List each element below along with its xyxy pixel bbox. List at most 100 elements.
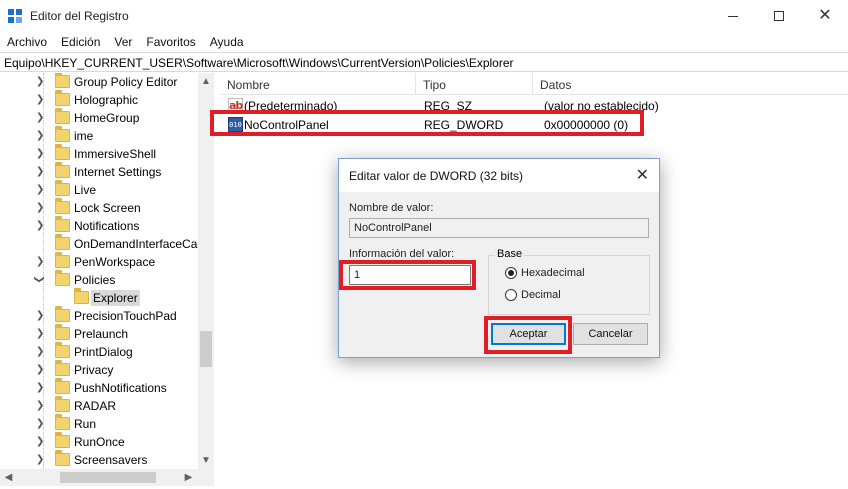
tree-item-precisiontouchpad[interactable]: ❯ PrecisionTouchPad [0,306,198,325]
chevron-right-icon[interactable]: ❯ [36,76,44,87]
chevron-right-icon[interactable]: ❯ [36,346,44,357]
tree-item-group-policy-editor[interactable]: ❯ Group Policy Editor [0,73,198,91]
chevron-right-icon[interactable]: ❯ [36,418,44,429]
annotation-highlight-value-input [339,260,476,290]
folder-icon [55,180,70,196]
chevron-down-icon[interactable]: ❯ [34,275,45,283]
menu-bar: Archivo Edición Ver Favoritos Ayuda [0,33,848,51]
dialog-close-icon[interactable]: ✕ [636,165,649,185]
folder-icon [55,450,70,466]
folder-icon [55,270,70,286]
chevron-right-icon[interactable]: ❯ [36,112,44,123]
list-header: Nombre Tipo Datos [220,73,848,95]
radio-decimal-label[interactable]: Decimal [521,289,561,301]
tree-item-ime[interactable]: ❯ ime [0,126,198,145]
folder-icon [55,414,70,430]
tree-item-holographic[interactable]: ❯ Holographic [0,90,198,109]
column-header-type[interactable]: Tipo [416,73,533,95]
tree-item-penworkspace[interactable]: ❯ PenWorkspace [0,252,198,271]
chevron-right-icon[interactable]: ❯ [36,400,44,411]
folder-icon [55,144,70,160]
chevron-right-icon[interactable]: ❯ [36,310,44,321]
tree-item-policies[interactable]: ❯ Policies [0,270,198,289]
folder-icon [55,73,70,88]
folder-icon [55,396,70,412]
column-header-data[interactable]: Datos [533,73,848,95]
tree-item-explorer[interactable]: Explorer [0,288,198,307]
base-label: Base [495,248,525,260]
scroll-down-arrow-icon[interactable]: ▼ [198,452,214,469]
tree-item-runonce[interactable]: ❯ RunOnce [0,432,198,451]
chevron-right-icon[interactable]: ❯ [36,328,44,339]
dialog-title: Editar valor de DWORD (32 bits) [349,169,524,183]
scroll-thumb[interactable] [200,331,212,367]
base-groupbox [488,255,650,315]
folder-icon [55,108,70,124]
tree-horizontal-scrollbar[interactable]: ◀ ▶ [0,469,214,486]
column-header-name[interactable]: Nombre [220,73,416,95]
folder-icon [55,126,70,142]
tree-item-notifications[interactable]: ❯ Notifications [0,216,198,235]
chevron-right-icon[interactable]: ❯ [36,454,44,465]
radio-hexadecimal[interactable] [505,267,517,279]
tree-item-immersiveshell[interactable]: ❯ ImmersiveShell [0,144,198,163]
folder-icon [55,324,70,340]
scroll-thumb[interactable] [60,472,156,483]
tree-item-ondemandinterfacecache[interactable]: OnDemandInterfaceCac [0,234,203,253]
menu-archivo[interactable]: Archivo [0,33,54,51]
chevron-right-icon[interactable]: ❯ [36,202,44,213]
scroll-right-arrow-icon[interactable]: ▶ [180,469,197,486]
tree-item-screensavers[interactable]: ❯ Screensavers [0,450,198,469]
cancel-button[interactable]: Cancelar [573,323,648,345]
address-bar[interactable]: Equipo\HKEY_CURRENT_USER\Software\Micros… [0,52,848,72]
radio-hexadecimal-label[interactable]: Hexadecimal [521,267,585,279]
tree-item-radar[interactable]: ❯ RADAR [0,396,198,415]
chevron-right-icon[interactable]: ❯ [36,94,44,105]
minimize-icon [728,15,738,17]
chevron-right-icon[interactable]: ❯ [36,184,44,195]
menu-ver[interactable]: Ver [107,33,139,51]
value-data-label: Información del valor: [349,248,455,260]
close-button[interactable]: ✕ [802,0,848,32]
folder-icon [55,360,70,376]
chevron-right-icon[interactable]: ❯ [36,220,44,231]
tree-item-pushnotifications[interactable]: ❯ PushNotifications [0,378,198,397]
value-name-field: NoControlPanel [349,218,649,238]
tree-item-live[interactable]: ❯ Live [0,180,198,199]
title-bar: Editor del Registro ✕ [0,0,848,32]
maximize-icon [774,11,784,21]
folder-icon [55,342,70,358]
maximize-button[interactable] [756,0,802,32]
chevron-right-icon[interactable]: ❯ [36,256,44,267]
folder-icon [55,198,70,214]
chevron-right-icon[interactable]: ❯ [36,166,44,177]
annotation-highlight-row [210,110,644,136]
scroll-up-arrow-icon[interactable]: ▲ [198,73,214,90]
chevron-right-icon[interactable]: ❯ [36,148,44,159]
tree-item-printdialog[interactable]: ❯ PrintDialog [0,342,198,361]
folder-icon [55,216,70,232]
chevron-right-icon[interactable]: ❯ [36,364,44,375]
folder-icon [55,162,70,178]
menu-ayuda[interactable]: Ayuda [203,33,251,51]
tree-item-homegroup[interactable]: ❯ HomeGroup [0,108,198,127]
annotation-highlight-accept-button [484,316,572,354]
tree-item-internet-settings[interactable]: ❯ Internet Settings [0,162,198,181]
chevron-right-icon[interactable]: ❯ [36,382,44,393]
folder-icon [55,378,70,394]
minimize-button[interactable] [710,0,756,32]
tree-item-prelaunch[interactable]: ❯ Prelaunch [0,324,198,343]
menu-edicion[interactable]: Edición [54,33,107,51]
tree-item-lock-screen[interactable]: ❯ Lock Screen [0,198,198,217]
menu-favoritos[interactable]: Favoritos [139,33,202,51]
tree-item-privacy[interactable]: ❯ Privacy [0,360,198,379]
folder-icon [55,234,70,250]
chevron-right-icon[interactable]: ❯ [36,130,44,141]
folder-icon [74,288,89,304]
tree-item-run[interactable]: ❯ Run [0,414,198,433]
window-title: Editor del Registro [30,9,129,23]
chevron-right-icon[interactable]: ❯ [36,436,44,447]
scroll-left-arrow-icon[interactable]: ◀ [0,469,17,486]
radio-decimal[interactable] [505,289,517,301]
folder-icon [55,432,70,448]
